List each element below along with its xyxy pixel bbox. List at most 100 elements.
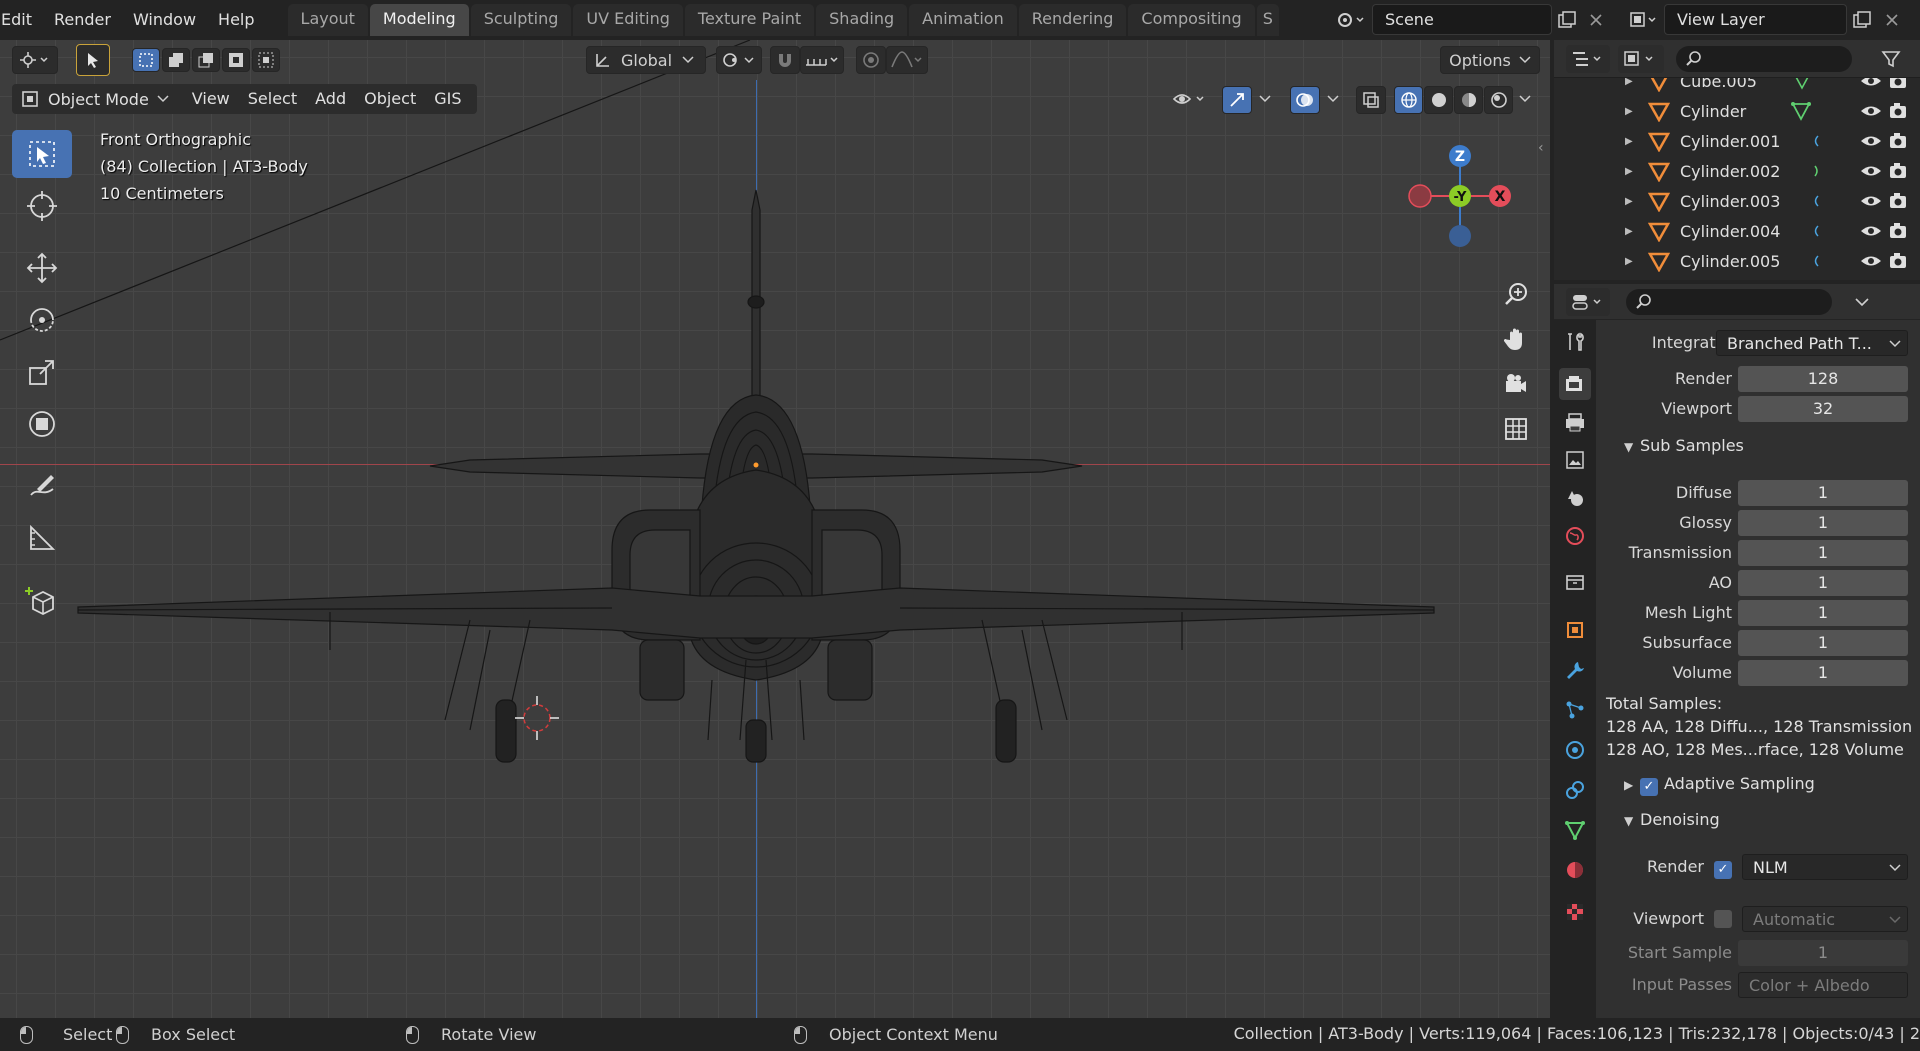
tool-select-box[interactable]: [12, 130, 72, 178]
object-mode-dropdown[interactable]: Object Mode: [12, 84, 177, 114]
select-invert-button[interactable]: [222, 48, 250, 72]
tab-animation[interactable]: Animation: [909, 4, 1017, 36]
new-scene-button[interactable]: [1554, 8, 1580, 32]
delete-scene-button[interactable]: [1584, 8, 1608, 32]
3d-viewport[interactable]: Global Options Object Mode View Select A…: [0, 40, 1550, 1018]
select-subtract-button[interactable]: [192, 48, 220, 72]
xray-toggle[interactable]: [1356, 86, 1386, 114]
denoising-collapse-arrow[interactable]: ▼: [1624, 814, 1633, 828]
zoom-button[interactable]: [1496, 274, 1536, 314]
sub-sample-field-ao[interactable]: 1: [1738, 570, 1908, 596]
tab-uv-editing[interactable]: UV Editing: [573, 4, 683, 36]
menu-select[interactable]: Select: [239, 85, 306, 113]
menu-gis[interactable]: GIS: [425, 85, 470, 113]
menu-render[interactable]: Render: [43, 5, 122, 35]
tab-output[interactable]: [1559, 406, 1591, 438]
pan-button[interactable]: [1496, 319, 1536, 359]
filter-button[interactable]: [1878, 46, 1904, 72]
input-passes-dropdown[interactable]: Color + Albedo: [1738, 972, 1908, 998]
tab-layout[interactable]: Layout: [287, 4, 368, 36]
visibility-eye-icon[interactable]: [1860, 103, 1882, 119]
menu-object[interactable]: Object: [355, 85, 425, 113]
transform-orientation-dropdown[interactable]: Global: [586, 46, 706, 74]
render-camera-icon[interactable]: [1888, 132, 1908, 150]
properties-editor-type[interactable]: [1566, 287, 1610, 316]
tool-rotate[interactable]: [12, 296, 72, 344]
visibility-eye-icon[interactable]: [1860, 133, 1882, 149]
tab-sculpting[interactable]: Sculpting: [470, 4, 572, 36]
gizmo-dropdown[interactable]: [1254, 86, 1276, 112]
render-camera-icon[interactable]: [1888, 78, 1908, 90]
adaptive-sampling-expand-arrow[interactable]: ▶: [1624, 778, 1633, 792]
adaptive-sampling-title[interactable]: Adaptive Sampling: [1664, 774, 1815, 793]
sub-samples-collapse-arrow[interactable]: ▼: [1624, 440, 1633, 454]
menu-view[interactable]: View: [183, 85, 239, 113]
tab-physics[interactable]: [1559, 734, 1591, 766]
tab-compositing[interactable]: Compositing: [1128, 4, 1255, 36]
tool-cursor[interactable]: [12, 182, 72, 230]
sidebar-toggle-arrow[interactable]: ‹: [1538, 140, 1550, 160]
expand-arrow-icon[interactable]: ▶: [1625, 166, 1633, 177]
start-sample-field[interactable]: 1: [1738, 940, 1908, 966]
render-camera-icon[interactable]: [1888, 222, 1908, 240]
visibility-eye-icon[interactable]: [1860, 78, 1882, 89]
adaptive-sampling-checkbox[interactable]: ✓: [1640, 775, 1658, 796]
sub-samples-title[interactable]: Sub Samples: [1640, 436, 1744, 455]
shading-options-dropdown[interactable]: [1514, 86, 1536, 112]
expand-arrow-icon[interactable]: ▶: [1625, 136, 1633, 147]
shading-rendered-button[interactable]: [1484, 86, 1513, 114]
tab-shading[interactable]: Shading: [816, 4, 908, 36]
camera-view-button[interactable]: [1496, 364, 1536, 404]
menu-help[interactable]: Help: [207, 5, 265, 35]
tab-view-layer[interactable]: [1559, 444, 1591, 476]
tab-constraints[interactable]: [1559, 774, 1591, 806]
sub-sample-field-subsurface[interactable]: 1: [1738, 630, 1908, 656]
tab-tool[interactable]: [1559, 326, 1591, 358]
tool-move[interactable]: [12, 244, 72, 292]
visibility-eye-icon[interactable]: [1860, 193, 1882, 209]
tab-object-data[interactable]: [1559, 814, 1591, 846]
sub-sample-field-volume[interactable]: 1: [1738, 660, 1908, 686]
render-camera-icon[interactable]: [1888, 102, 1908, 120]
proportional-edit-toggle[interactable]: [856, 46, 886, 74]
outliner-row-cylinder[interactable]: ▶ Cylinder: [1554, 96, 1920, 126]
visibility-dropdown[interactable]: [1168, 86, 1212, 112]
tool-transform[interactable]: [12, 400, 72, 448]
menu-window[interactable]: Window: [122, 5, 207, 35]
properties-options-dropdown[interactable]: [1848, 289, 1876, 315]
visibility-eye-icon[interactable]: [1860, 253, 1882, 269]
tab-texture-paint[interactable]: Texture Paint: [684, 4, 815, 36]
visibility-eye-icon[interactable]: [1860, 163, 1882, 179]
view-layer-selector[interactable]: View Layer: [1664, 4, 1847, 35]
sub-sample-field-glossy[interactable]: 1: [1738, 510, 1908, 536]
outliner-editor-type[interactable]: [1566, 44, 1610, 73]
new-view-layer-button[interactable]: [1849, 8, 1875, 32]
tool-scale[interactable]: [12, 348, 72, 396]
expand-arrow-icon[interactable]: ▶: [1625, 196, 1633, 207]
expand-arrow-icon[interactable]: ▶: [1625, 106, 1633, 117]
menu-edit[interactable]: Edit: [0, 5, 43, 35]
editor-type-button[interactable]: [12, 46, 58, 74]
shading-wireframe-button[interactable]: [1394, 86, 1423, 114]
tab-object[interactable]: [1559, 614, 1591, 646]
overlays-dropdown[interactable]: [1322, 86, 1344, 112]
outliner-row-cylinder-002[interactable]: ▶ Cylinder.002: [1554, 156, 1920, 186]
tool-measure[interactable]: [12, 514, 72, 562]
shading-solid-button[interactable]: [1424, 86, 1453, 114]
viewport-samples-field[interactable]: 32: [1738, 396, 1908, 422]
outliner-row-cylinder-001[interactable]: ▶ Cylinder.001: [1554, 126, 1920, 156]
expand-arrow-icon[interactable]: ▶: [1625, 226, 1633, 237]
shading-material-button[interactable]: [1454, 86, 1483, 114]
outliner-search-input[interactable]: [1676, 45, 1852, 72]
sub-sample-field-mesh-light[interactable]: 1: [1738, 600, 1908, 626]
expand-arrow-icon[interactable]: ▶: [1625, 256, 1633, 267]
denoising-viewport-dropdown[interactable]: Automatic: [1742, 906, 1908, 932]
denoising-render-dropdown[interactable]: NLM: [1742, 854, 1908, 880]
tab-rendering[interactable]: Rendering: [1018, 4, 1127, 36]
visibility-eye-icon[interactable]: [1860, 223, 1882, 239]
gizmo-toggle[interactable]: [1222, 86, 1252, 114]
tool-add-cube[interactable]: [12, 576, 72, 624]
tool-settings-select[interactable]: [76, 44, 110, 76]
tab-render[interactable]: [1559, 368, 1591, 400]
sub-sample-field-diffuse[interactable]: 1: [1738, 480, 1908, 506]
